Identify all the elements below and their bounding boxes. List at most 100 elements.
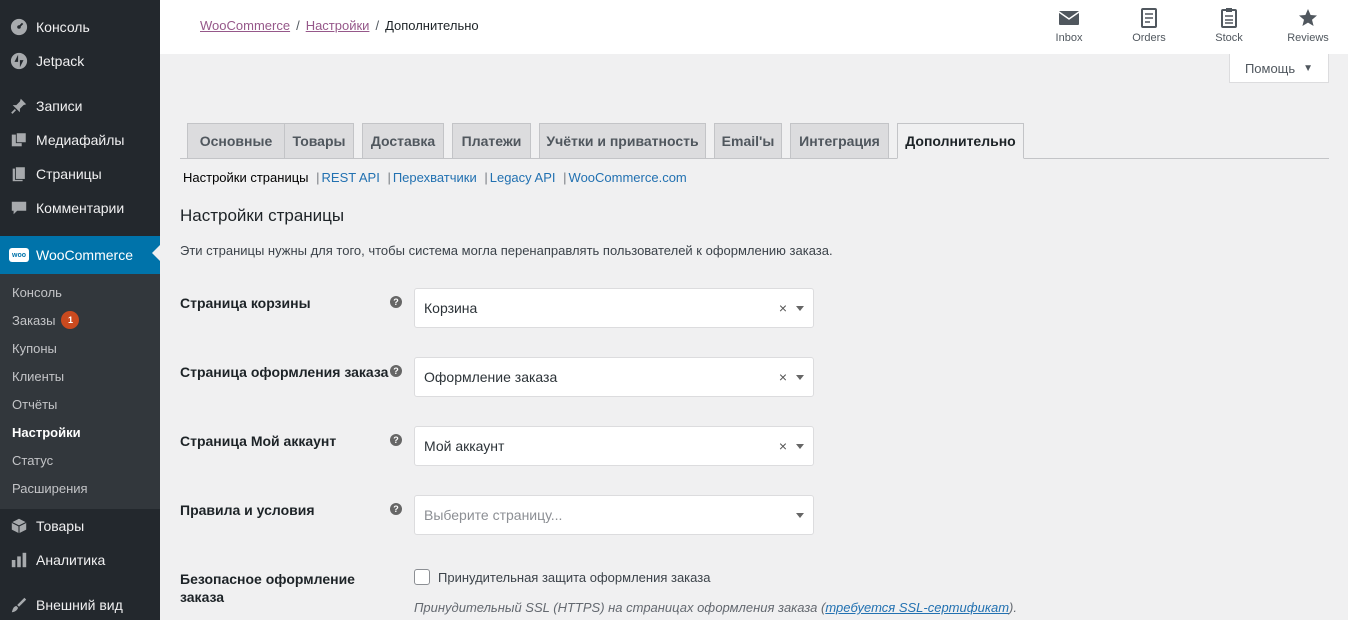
subnav-separator: | [316,170,320,185]
submenu-item-extensions[interactable]: Расширения [12,478,88,498]
clear-icon[interactable]: × [776,369,790,385]
box-icon [0,517,36,535]
desc-text: Принудительный SSL (HTTPS) на страницах … [414,600,826,615]
tab-label: Доставка [370,133,436,149]
woocommerce-icon: woo [0,248,36,262]
menu-item-analytics[interactable]: Аналитика [0,543,160,577]
checkout-page-value: Оформление заказа [424,369,558,385]
menu-item-posts[interactable]: Записи [0,89,160,123]
menu-label: Аналитика [36,552,106,568]
submenu-label: Статус [12,452,54,468]
myaccount-page-value: Мой аккаунт [424,438,505,454]
submenu-label: Купоны [12,340,57,356]
help-tip-icon[interactable]: ? [390,296,402,308]
subnav-current[interactable]: Настройки страницы [183,170,309,185]
checkout-page-label: Страница оформления заказа [180,364,389,380]
menu-item-appearance[interactable]: Внешний вид [0,588,160,620]
breadcrumb-woocommerce-link[interactable]: WooCommerce [200,18,290,33]
tab-accounts-privacy[interactable]: Учётки и приватность [539,123,706,159]
menu-label: Товары [36,518,85,534]
subnav-woocommerce-com[interactable]: WooCommerce.com [569,170,687,185]
breadcrumb-separator: / [375,18,380,33]
jetpack-icon [0,52,36,70]
terms-page-placeholder: Выберите страницу... [424,507,563,523]
desc-text: ). [1009,600,1017,615]
activity-reviews-button[interactable]: Reviews [1278,8,1338,44]
dropdown-arrow-icon [796,443,804,449]
dashboard-icon [0,18,36,36]
menu-item-pages[interactable]: Страницы [0,157,160,191]
tab-payments[interactable]: Платежи [452,123,531,159]
pages-icon [0,165,36,183]
menu-label: WooCommerce [36,247,133,263]
ssl-certificate-link[interactable]: требуется SSL-сертификат [825,600,1009,615]
subnav-separator: | [484,170,488,185]
inbox-label: Inbox [1055,32,1083,44]
submenu-label: Клиенты [12,368,65,384]
woo-logo-text: woo [9,248,29,262]
subnav-rest-api[interactable]: REST API [322,170,380,185]
menu-item-jetpack[interactable]: Jetpack [0,44,160,78]
star-icon [1299,9,1317,26]
tab-shipping[interactable]: Доставка [362,123,444,159]
submenu-item-status[interactable]: Статус [12,450,53,470]
menu-item-dashboard[interactable]: Консоль [0,10,160,44]
breadcrumb-settings-link[interactable]: Настройки [306,18,370,33]
tab-emails[interactable]: Email'ы [714,123,782,159]
breadcrumb: WooCommerce / Настройки / Дополнительно [200,18,479,33]
subnav-separator: | [563,170,567,185]
reviews-label: Reviews [1287,32,1329,44]
dropdown-arrow-icon [796,512,804,518]
terms-page-label: Правила и условия [180,502,315,518]
terms-page-select[interactable]: Выберите страницу... [414,495,814,535]
menu-label: Страницы [36,166,102,182]
menu-item-woocommerce[interactable]: woo WooCommerce [0,236,160,274]
submenu-item-orders[interactable]: Заказы 1 [12,310,80,330]
help-tip-icon[interactable]: ? [390,434,402,446]
help-tip-icon[interactable]: ? [390,503,402,515]
tab-products[interactable]: Товары [284,123,354,159]
help-tip-icon[interactable]: ? [390,365,402,377]
clipboard-icon [1221,8,1237,28]
submenu-label: Расширения [12,480,88,496]
tab-integration[interactable]: Интеграция [790,123,889,159]
force-secure-checkout-label[interactable]: Принудительная защита оформления заказа [438,570,710,585]
tab-label: Дополнительно [905,133,1016,149]
breadcrumb-current: Дополнительно [385,18,479,33]
submenu-item-reports[interactable]: Отчёты [12,394,57,414]
menu-item-comments[interactable]: Комментарии [0,191,160,225]
woocommerce-header: WooCommerce / Настройки / Дополнительно Inbo… [160,0,1348,54]
submenu-item-settings[interactable]: Настройки [12,422,81,442]
submenu-item-coupons[interactable]: Купоны [12,338,57,358]
clear-icon[interactable]: × [776,438,790,454]
menu-label: Jetpack [36,53,85,69]
subnav-legacy-api[interactable]: Legacy API [490,170,556,185]
dropdown-arrow-icon [796,305,804,311]
activity-orders-button[interactable]: Orders [1119,8,1179,44]
section-title: Настройки страницы [180,206,345,225]
orders-count-badge: 1 [61,311,80,329]
submenu-item-console[interactable]: Консоль [12,282,62,302]
activity-inbox-button[interactable]: Inbox [1039,8,1099,44]
menu-item-media[interactable]: Медиафайлы [0,123,160,157]
menu-label: Консоль [36,19,90,35]
force-secure-checkout-checkbox[interactable] [414,569,430,585]
help-tab-button[interactable]: Помощь ▼ [1229,54,1329,83]
inbox-icon [1058,11,1080,25]
myaccount-page-select[interactable]: Мой аккаунт × [414,426,814,466]
comments-icon [0,199,36,217]
menu-item-products[interactable]: Товары [0,509,160,543]
dropdown-arrow-icon [796,374,804,380]
menu-label: Комментарии [36,200,125,216]
submenu-label: Консоль [12,284,62,300]
analytics-icon [0,551,36,569]
activity-stock-button[interactable]: Stock [1199,8,1259,44]
clear-icon[interactable]: × [776,300,790,316]
cart-page-select[interactable]: Корзина × [414,288,814,328]
tab-general[interactable]: Основные [187,123,285,159]
submenu-item-customers[interactable]: Клиенты [12,366,64,386]
breadcrumb-separator: / [296,18,300,33]
checkout-page-select[interactable]: Оформление заказа × [414,357,814,397]
tab-advanced[interactable]: Дополнительно [897,123,1024,159]
subnav-webhooks[interactable]: Перехватчики [393,170,477,185]
